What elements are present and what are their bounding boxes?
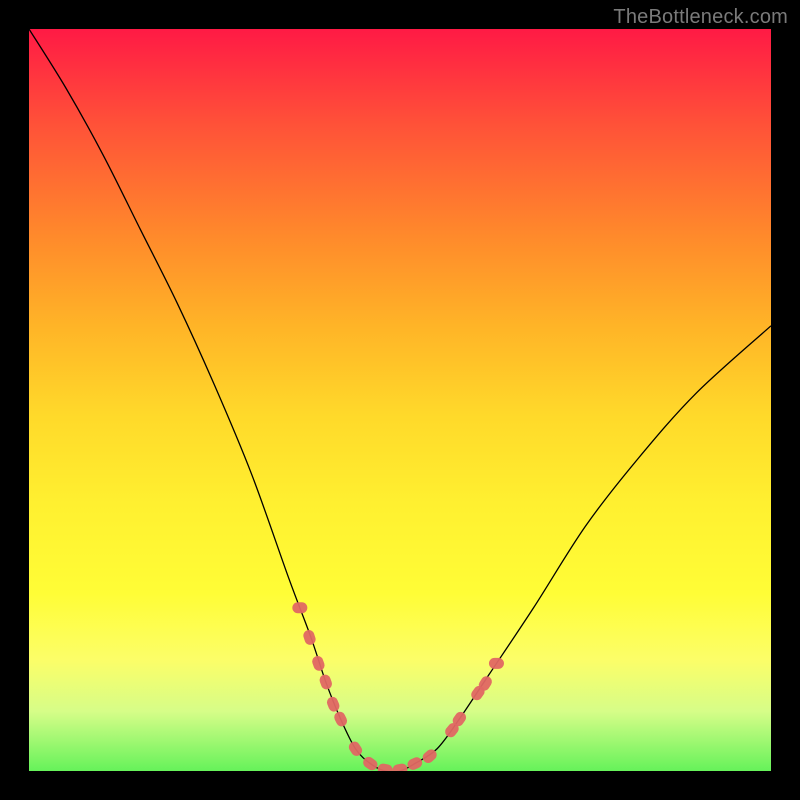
- curve-marker: [302, 629, 317, 647]
- bottleneck-curve: [29, 29, 771, 771]
- watermark-label: TheBottleneck.com: [613, 6, 788, 29]
- marker-group: [292, 602, 504, 771]
- curve-marker: [489, 658, 504, 669]
- curve-marker: [406, 755, 424, 771]
- curve-marker: [361, 755, 380, 771]
- curve-marker: [311, 654, 326, 672]
- curve-marker: [377, 763, 394, 771]
- chart-overlay: [29, 29, 771, 771]
- curve-marker: [325, 695, 341, 713]
- curve-marker: [332, 710, 349, 728]
- curve-marker: [292, 602, 307, 613]
- curve-marker: [318, 673, 333, 691]
- curve-marker: [392, 763, 409, 771]
